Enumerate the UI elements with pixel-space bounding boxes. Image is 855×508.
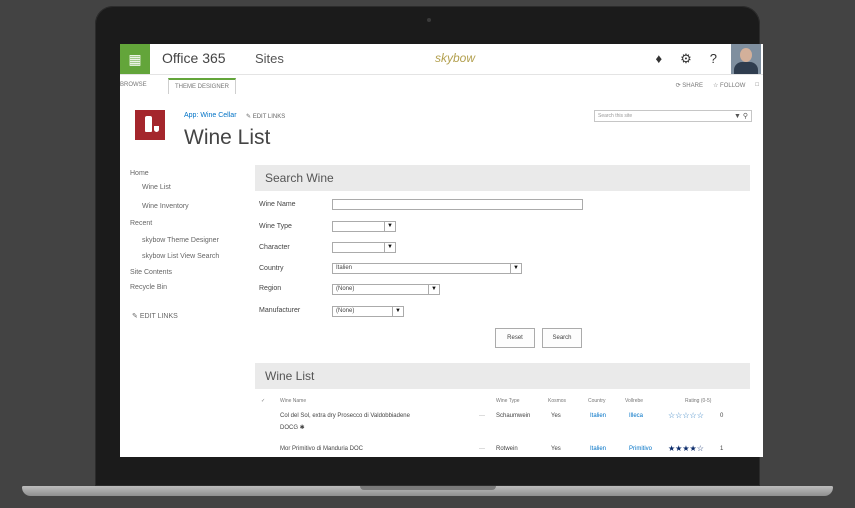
nav-recycle-bin[interactable]: Recycle Bin bbox=[130, 284, 167, 291]
kosmos-cell: Yes bbox=[551, 413, 561, 419]
help-icon[interactable]: ? bbox=[710, 51, 717, 67]
col-vollrebe[interactable]: Vollrebe bbox=[625, 398, 643, 404]
search-wine-header: Search Wine bbox=[255, 165, 750, 191]
follow-button[interactable]: ☆ FOLLOW bbox=[713, 82, 745, 89]
rating-stars[interactable]: ☆☆☆☆☆ bbox=[668, 411, 704, 420]
wine-name-label: Wine Name bbox=[259, 201, 296, 208]
country-link[interactable]: Italien bbox=[590, 413, 606, 419]
brand-logo: skybow bbox=[435, 51, 476, 65]
manufacturer-label: Manufacturer bbox=[259, 307, 301, 314]
country-link[interactable]: Italien bbox=[590, 446, 606, 452]
nav-wine-inventory[interactable]: Wine Inventory bbox=[142, 203, 189, 210]
camera bbox=[427, 18, 431, 22]
nav-recent[interactable]: Recent bbox=[130, 220, 152, 227]
character-select[interactable]: ▼ bbox=[332, 242, 396, 253]
site-search-input[interactable]: Search this site ▼ ⚲ bbox=[594, 110, 752, 122]
more-icon[interactable]: ··· bbox=[479, 446, 485, 452]
wine-list-header: Wine List bbox=[255, 363, 750, 389]
tab-theme-designer[interactable]: THEME DESIGNER bbox=[168, 78, 237, 94]
character-label: Character bbox=[259, 244, 290, 251]
edit-links-top[interactable]: ✎ EDIT LINKS bbox=[246, 113, 285, 120]
chevron-down-icon: ▼ bbox=[392, 307, 403, 316]
col-wine-type[interactable]: Wine Type bbox=[496, 398, 520, 404]
col-wine-name[interactable]: Wine Name bbox=[280, 398, 306, 404]
more-icon[interactable]: ··· bbox=[479, 413, 485, 419]
nav-edit-links[interactable]: ✎ EDIT LINKS bbox=[132, 312, 178, 320]
ribbon: BROWSE THEME DESIGNER ⟳ SHARE ☆ FOLLOW □ bbox=[120, 76, 763, 96]
laptop-notch bbox=[360, 486, 496, 490]
region-link[interactable]: Primitivo bbox=[629, 446, 652, 452]
col-country[interactable]: Country bbox=[588, 398, 606, 404]
star-icon: ☆ bbox=[712, 83, 719, 89]
wine-cellar-app-icon bbox=[135, 110, 165, 140]
wine-type-cell: Schaumwein bbox=[496, 413, 531, 419]
waffle-icon[interactable]: ▦ bbox=[120, 44, 150, 74]
region-link[interactable]: Illeca bbox=[629, 413, 643, 419]
bell-icon[interactable]: ♦ bbox=[655, 51, 662, 67]
nav-site-contents[interactable]: Site Contents bbox=[130, 269, 172, 276]
reset-button[interactable]: Reset bbox=[495, 328, 535, 348]
nav-skybow-list-view-search[interactable]: skybow List View Search bbox=[142, 253, 219, 260]
rating-stars[interactable]: ★★★★☆ bbox=[668, 444, 704, 453]
chevron-down-icon: ▼ bbox=[384, 222, 395, 231]
nav-home[interactable]: Home bbox=[130, 170, 149, 177]
wine-type-cell: Rotwein bbox=[496, 446, 518, 452]
wine-type-select[interactable]: ▼ bbox=[332, 221, 396, 232]
search-icon[interactable]: ▼ ⚲ bbox=[734, 111, 748, 122]
chevron-down-icon: ▼ bbox=[428, 285, 439, 294]
chevron-down-icon: ▼ bbox=[384, 243, 395, 252]
tab-browse[interactable]: BROWSE bbox=[120, 82, 147, 88]
share-button[interactable]: ⟳ SHARE bbox=[676, 82, 703, 89]
wine-name-cell[interactable]: Col del Sol, extra dry Prosecco di Valdo… bbox=[280, 413, 410, 419]
page-title: Wine List bbox=[184, 126, 271, 149]
country-label: Country bbox=[259, 265, 284, 272]
pencil-icon: ✎ bbox=[246, 114, 252, 120]
suite-bar: ▦ Office 365 Sites skybow ♦ ⚙ ? bbox=[120, 44, 763, 75]
kosmos-cell: Yes bbox=[551, 446, 561, 452]
product-name[interactable]: Office 365 bbox=[162, 50, 226, 66]
nav-wine-list[interactable]: Wine List bbox=[142, 184, 171, 191]
wine-name-cell[interactable]: Mor Primitivo di Manduria DOC bbox=[280, 446, 363, 452]
wine-name-input[interactable] bbox=[332, 199, 583, 210]
select-all-checkbox[interactable]: ✓ bbox=[261, 398, 265, 404]
avatar[interactable] bbox=[731, 44, 761, 74]
screen: ▦ Office 365 Sites skybow ♦ ⚙ ? BROWSE T… bbox=[120, 44, 763, 457]
pencil-icon: ✎ bbox=[132, 313, 138, 320]
share-icon: ⟳ bbox=[675, 83, 681, 89]
search-button[interactable]: Search bbox=[542, 328, 582, 348]
rating-count: 1 bbox=[720, 446, 724, 452]
col-rating[interactable]: Rating (0-5) bbox=[685, 398, 711, 404]
region-select[interactable]: (None) ▼ bbox=[332, 284, 440, 295]
country-select[interactable]: Italien ▼ bbox=[332, 263, 522, 274]
wine-type-label: Wine Type bbox=[259, 223, 292, 230]
app-link[interactable]: App: Wine Cellar bbox=[184, 112, 237, 119]
nav-skybow-theme-designer[interactable]: skybow Theme Designer bbox=[142, 237, 219, 244]
wine-name-cell-cont: DOCG ✱ bbox=[280, 425, 305, 431]
gear-icon[interactable]: ⚙ bbox=[680, 51, 692, 67]
rating-count: 0 bbox=[720, 413, 724, 419]
col-kosmos[interactable]: Kosmos bbox=[548, 398, 566, 404]
region-label: Region bbox=[259, 285, 282, 292]
focus-icon[interactable]: □ bbox=[755, 82, 759, 89]
manufacturer-select[interactable]: (None) ▼ bbox=[332, 306, 404, 317]
sites-link[interactable]: Sites bbox=[255, 51, 284, 66]
chevron-down-icon: ▼ bbox=[510, 264, 521, 273]
